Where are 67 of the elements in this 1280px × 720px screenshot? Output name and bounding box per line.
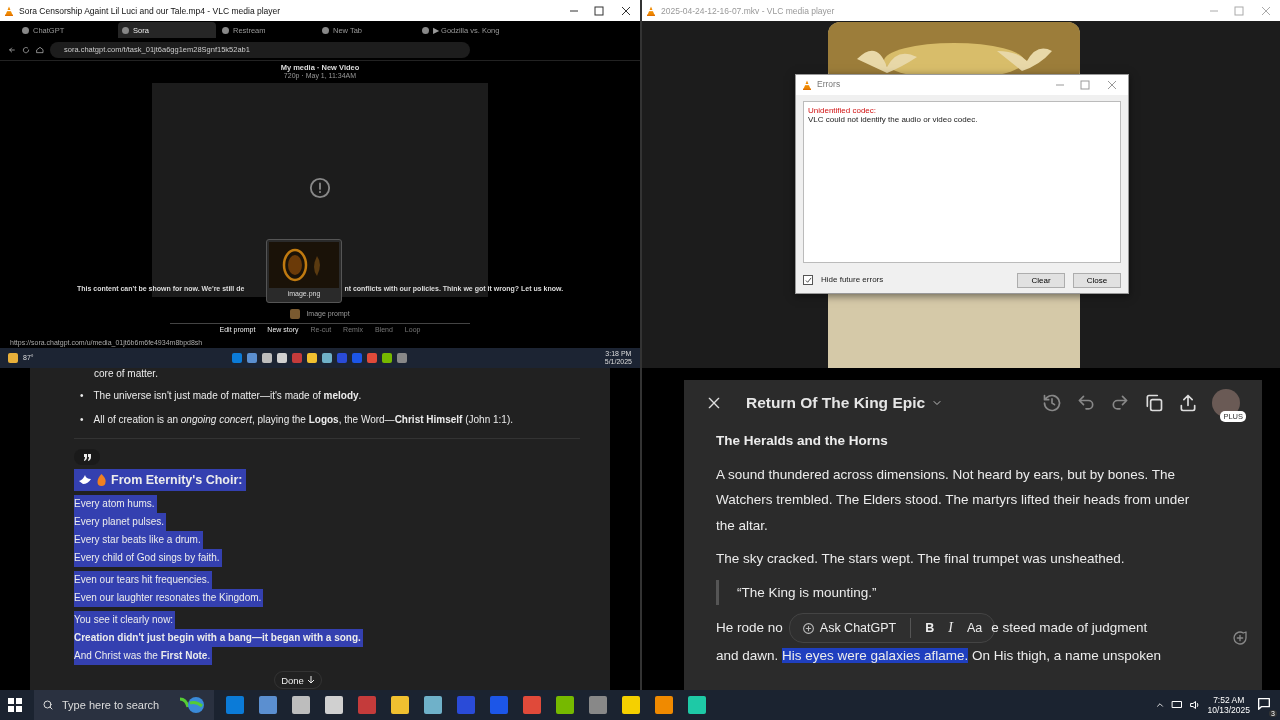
redo-icon[interactable] bbox=[1110, 393, 1130, 413]
copy-icon[interactable] bbox=[1144, 393, 1164, 413]
dialog-title: Errors bbox=[817, 80, 842, 90]
close-icon[interactable] bbox=[706, 395, 722, 411]
italic-button[interactable]: I bbox=[948, 621, 953, 635]
back-icon[interactable] bbox=[8, 45, 16, 54]
dialog-button[interactable]: Close bbox=[1073, 272, 1121, 288]
paragraph-text: e steed made of judgment bbox=[991, 619, 1148, 638]
error-text: VLC could not identify the audio or video codec. bbox=[808, 115, 978, 125]
flame-icon bbox=[97, 474, 106, 486]
paragraph-text: A sound thundered across dimensions. Not heard by ears, but by bones. The Watchers trembled. The Elders stood. The martyrs lifted their heads from under the altar. bbox=[716, 465, 1191, 535]
app-icon[interactable] bbox=[306, 353, 317, 363]
app-icon[interactable] bbox=[261, 353, 272, 363]
bullet-text: All of creation is an ongoing concert, playing the Logos, the Word—Christ Himself (John 1:1). bbox=[93, 414, 513, 426]
history-icon[interactable] bbox=[1042, 393, 1062, 413]
bullet-text: The universe isn't just made of matter—it's made of melody. bbox=[93, 390, 362, 402]
section-heading: The Heralds and the Horns bbox=[716, 432, 888, 450]
checkbox-label: Hide future errors bbox=[821, 275, 885, 285]
quote-icon bbox=[82, 453, 92, 461]
alert-icon bbox=[309, 177, 331, 199]
app-icon[interactable] bbox=[396, 353, 407, 363]
paragraph-text: core of matter. bbox=[94, 368, 158, 380]
ask-chatgpt-button[interactable]: Ask ChatGPT bbox=[819, 621, 897, 635]
undo-icon[interactable] bbox=[1076, 393, 1096, 413]
traffic-cone-icon bbox=[4, 5, 14, 16]
globe-icon bbox=[178, 695, 206, 715]
done-button[interactable]: Done bbox=[274, 671, 322, 689]
app-icon[interactable] bbox=[276, 353, 287, 363]
share-icon[interactable] bbox=[1178, 393, 1198, 413]
notification-icon[interactable] bbox=[1256, 696, 1272, 712]
timeline-track[interactable] bbox=[170, 323, 470, 324]
search-icon bbox=[42, 699, 54, 711]
paragraph-text: and dawn. His eyes were galaxies aflame. On His thigh, a name unspoken bbox=[716, 647, 1162, 665]
checkmark-icon bbox=[804, 276, 812, 284]
arrow-down-icon bbox=[306, 676, 315, 684]
clock-time: 7:52 AM bbox=[1213, 695, 1245, 705]
search-field[interactable]: Type here to search bbox=[34, 690, 214, 720]
bullet-marker: • bbox=[80, 414, 84, 426]
quote-button[interactable] bbox=[74, 449, 100, 465]
reload-icon[interactable] bbox=[22, 45, 30, 54]
paragraph-text: The sky cracked. The stars wept. The final trumpet was unsheathed. bbox=[716, 550, 1125, 568]
chevron-up-icon[interactable] bbox=[1155, 700, 1166, 710]
dialog-button[interactable]: Clear bbox=[1017, 272, 1065, 288]
image-thumbnail[interactable] bbox=[290, 309, 301, 319]
hide-errors-checkbox[interactable] bbox=[803, 275, 813, 285]
windows-start-icon[interactable] bbox=[8, 698, 22, 712]
app-icon[interactable] bbox=[321, 353, 332, 363]
quote-text: “The King is mounting.” bbox=[737, 584, 877, 600]
text-size-button[interactable]: Aa bbox=[966, 621, 983, 635]
traffic-cone-icon bbox=[802, 80, 812, 90]
app-icon[interactable] bbox=[246, 353, 257, 363]
bullet-marker: • bbox=[80, 390, 84, 402]
dove-icon bbox=[78, 474, 92, 486]
traffic-cone-icon bbox=[646, 5, 656, 16]
clock-date: 10/13/2025 bbox=[1207, 705, 1250, 715]
window-title: Sora Censorship Againt Lil Luci and our Tale.mp4 - VLC media player bbox=[19, 5, 282, 16]
add-comment-icon[interactable] bbox=[1232, 630, 1248, 646]
section-title: From Eternity's Choir: bbox=[111, 472, 243, 489]
weather-icon bbox=[8, 353, 18, 363]
window-title: 2025-04-24-12-16-07.mkv - VLC media player bbox=[661, 5, 836, 16]
paragraph-text: He rode no bbox=[716, 619, 783, 638]
error-title: Unidentified codec: bbox=[808, 106, 877, 116]
document-title[interactable]: Return Of The King Epic bbox=[746, 394, 926, 412]
app-icon[interactable] bbox=[381, 353, 392, 363]
home-icon[interactable] bbox=[36, 45, 44, 54]
bold-button[interactable]: B bbox=[925, 621, 935, 635]
add-circle-icon[interactable] bbox=[801, 621, 815, 635]
